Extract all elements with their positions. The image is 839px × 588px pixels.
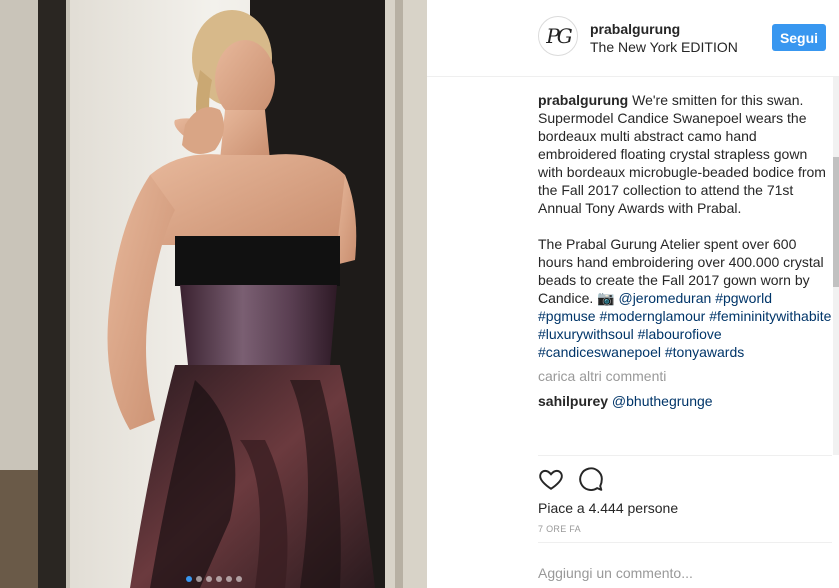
hashtag-link[interactable]: #tonyawards	[665, 344, 744, 360]
post-photo[interactable]	[0, 0, 427, 588]
avatar[interactable]: PG	[538, 16, 578, 56]
avatar-monogram: PG	[546, 24, 572, 48]
carousel-dot[interactable]	[215, 576, 222, 582]
caption-text-1: We're smitten for this swan. Supermodel …	[538, 92, 826, 216]
post-timestamp[interactable]: 7 ORE FA	[538, 524, 581, 534]
heart-icon[interactable]	[538, 466, 564, 492]
comment-bubble-icon[interactable]	[578, 466, 604, 492]
post-username[interactable]: prabalgurung	[590, 21, 680, 37]
hashtag-link[interactable]: #modernglamour	[599, 308, 705, 324]
comments-list[interactable]: prabalgurung We're smitten for this swan…	[538, 77, 832, 455]
hashtag-link[interactable]: #candiceswanepoel	[538, 344, 661, 360]
post-location[interactable]: The New York EDITION	[590, 39, 738, 55]
carousel-dot[interactable]	[185, 576, 192, 582]
caption-username[interactable]: prabalgurung	[538, 92, 628, 108]
carousel-dot[interactable]	[195, 576, 202, 582]
scrollbar-thumb[interactable]	[833, 157, 839, 287]
comments-scrollbar[interactable]	[833, 77, 839, 455]
photo-illustration	[0, 0, 427, 588]
post-side-panel: PG prabalgurung The New York EDITION Seg…	[427, 0, 839, 588]
likes-count[interactable]: Piace a 4.444 persone	[538, 500, 678, 516]
comment-username[interactable]: sahilpurey	[538, 393, 608, 409]
hashtag-link[interactable]: #pgmuse	[538, 308, 596, 324]
add-comment-section	[538, 542, 832, 588]
mention-link[interactable]: @jeromeduran	[618, 290, 711, 306]
post-caption: prabalgurung We're smitten for this swan…	[538, 91, 832, 361]
post-actions: Piace a 4.444 persone 7 ORE FA	[538, 455, 832, 534]
hashtag-link[interactable]: #pgworld	[715, 290, 772, 306]
list-item: sahilpurey @bhuthegrunge	[538, 392, 832, 410]
hashtag-link[interactable]: #labourofiove	[638, 326, 722, 342]
load-more-comments[interactable]: carica altri commenti	[538, 367, 832, 385]
hashtag-link[interactable]: #femininitywithabite	[709, 308, 831, 324]
carousel-dot[interactable]	[235, 576, 242, 582]
comment-input[interactable]	[538, 563, 818, 583]
carousel-dot[interactable]	[205, 576, 212, 582]
post-header: PG prabalgurung The New York EDITION Seg…	[427, 0, 839, 77]
comment-mention-link[interactable]: @bhuthegrunge	[612, 393, 713, 409]
follow-button[interactable]: Segui	[772, 24, 826, 51]
camera-icon: 📷	[597, 290, 615, 306]
carousel-indicator	[0, 576, 427, 582]
hashtag-link[interactable]: #luxurywithsoul	[538, 326, 634, 342]
carousel-dot[interactable]	[225, 576, 232, 582]
